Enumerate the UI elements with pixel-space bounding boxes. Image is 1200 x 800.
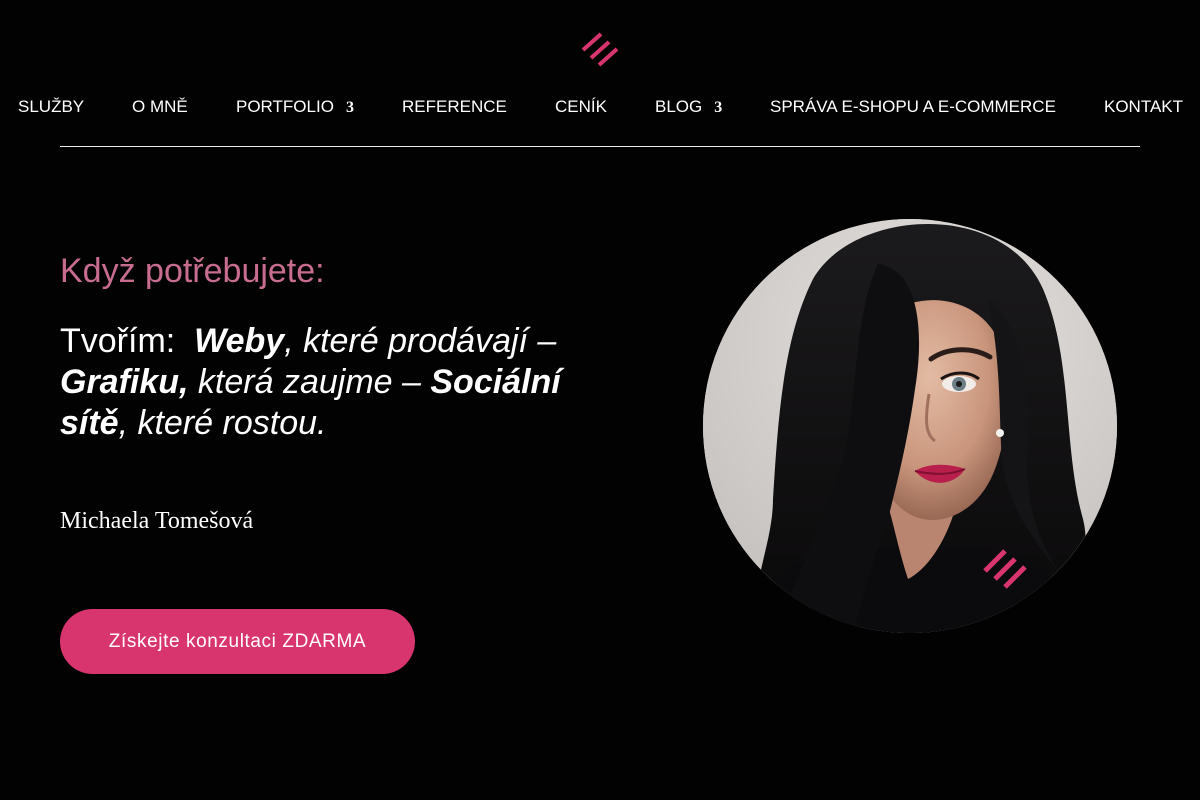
nav-label: CENÍK (555, 97, 607, 116)
headline-text: , které rostou. (118, 404, 327, 442)
nav-label: BLOG (655, 97, 703, 116)
nav-item-sprava-eshopu[interactable]: SPRÁVA E-SHOPU A E-COMMERCE (770, 96, 1056, 118)
hero-eyebrow: Když potřebujete: (60, 252, 325, 290)
chevron-down-icon: 3 (345, 99, 354, 116)
nav-item-sluzby[interactable]: SLUŽBY (18, 96, 84, 118)
main-nav: SLUŽBY O MNĚ PORTFOLIO 3 REFERENCE CENÍK … (0, 92, 1200, 122)
nav-label: SLUŽBY (18, 97, 85, 116)
headline-text: , které prodávají – (284, 322, 557, 360)
headline-lead: Tvořím: (60, 322, 195, 360)
nav-item-o-mne[interactable]: O MNĚ (132, 96, 188, 118)
nav-label: SPRÁVA E-SHOPU A E-COMMERCE (770, 97, 1056, 116)
chevron-down-icon: 3 (714, 99, 723, 116)
page: SLUŽBY O MNĚ PORTFOLIO 3 REFERENCE CENÍK … (0, 0, 1200, 800)
logo-icon[interactable] (579, 30, 623, 68)
nav-item-blog[interactable]: BLOG 3 (655, 96, 722, 119)
free-consultation-button[interactable]: Získejte konzultaci ZDARMA (60, 609, 415, 674)
nav-item-cenik[interactable]: CENÍK (555, 96, 607, 118)
nav-label: O MNĚ (132, 97, 188, 116)
nav-label: KONTAKT (1104, 97, 1184, 116)
headline-text: která zaujme – (188, 363, 431, 401)
hero-headline: Tvořím: Weby, které prodávají – Grafiku,… (60, 321, 620, 444)
nav-item-reference[interactable]: REFERENCE (402, 96, 507, 118)
header-divider (60, 146, 1140, 147)
nav-label: REFERENCE (402, 97, 507, 116)
headline-weby: Weby (194, 322, 285, 360)
nav-label: PORTFOLIO (236, 97, 334, 116)
portrait-image (703, 219, 1117, 633)
author-name: Michaela Tomešová (60, 508, 254, 534)
portrait-photo (703, 219, 1117, 633)
headline-grafiku: Grafiku, (60, 363, 189, 401)
nav-item-portfolio[interactable]: PORTFOLIO 3 (236, 96, 354, 119)
nav-item-kontakt[interactable]: KONTAKT (1104, 96, 1183, 118)
